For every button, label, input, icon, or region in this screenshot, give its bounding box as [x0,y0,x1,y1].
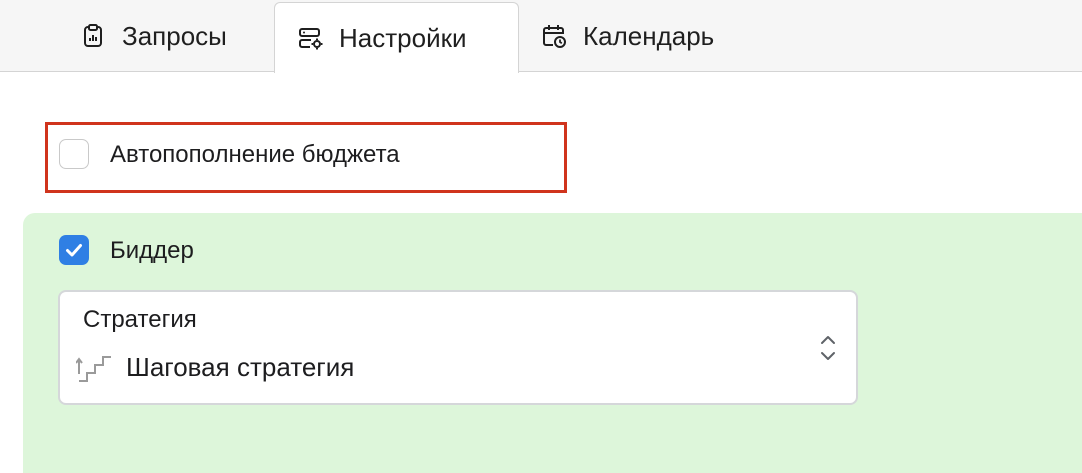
strategy-select-label: Стратегия [83,306,197,333]
tab-requests[interactable]: Запросы [80,0,227,72]
stairs-icon [76,356,111,382]
tab-settings-label: Настройки [339,22,467,53]
checkmark-icon [66,244,82,257]
tab-settings[interactable]: Настройки [274,2,519,73]
bidder-label[interactable]: Биддер [110,237,194,265]
bidder-checkbox[interactable] [59,235,89,265]
strategy-select[interactable]: Стратегия Шаговая стратегия [58,290,858,405]
calendar-clock-icon [543,25,566,48]
autofill-label[interactable]: Автопополнение бюджета [110,141,400,169]
clipboard-chart-icon [84,24,102,47]
tab-bar: Запросы Настройки Календарь [0,0,1082,73]
chevron-up-down-icon [821,336,835,360]
autofill-checkbox[interactable] [59,139,89,169]
tab-requests-label: Запросы [122,20,227,51]
tab-calendar-label: Календарь [583,20,715,51]
tab-calendar[interactable]: Календарь [541,0,714,72]
server-settings-icon [299,28,323,50]
strategy-select-value: Шаговая стратегия [126,352,355,382]
